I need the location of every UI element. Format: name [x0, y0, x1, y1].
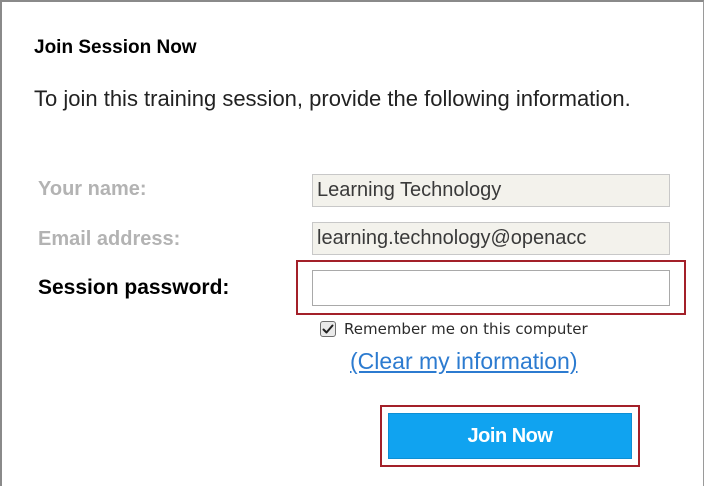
name-field: Learning Technology: [312, 174, 670, 207]
clear-information-link[interactable]: (Clear my information): [350, 348, 578, 375]
dialog-title: Join Session Now: [34, 37, 197, 58]
remember-me-row[interactable]: Remember me on this computer: [320, 320, 588, 338]
email-field: learning.technology@openacc: [312, 222, 670, 255]
name-label: Your name:: [38, 178, 147, 200]
remember-me-label: Remember me on this computer: [344, 320, 588, 338]
join-now-button[interactable]: Join Now: [388, 413, 632, 459]
checkmark-icon: [322, 324, 334, 334]
email-label: Email address:: [38, 228, 181, 250]
remember-me-checkbox[interactable]: [320, 321, 336, 337]
session-password-input[interactable]: [312, 270, 670, 306]
password-label: Session password:: [38, 276, 230, 299]
join-session-panel: Join Session Now To join this training s…: [0, 0, 704, 486]
intro-text: To join this training session, provide t…: [34, 86, 631, 111]
